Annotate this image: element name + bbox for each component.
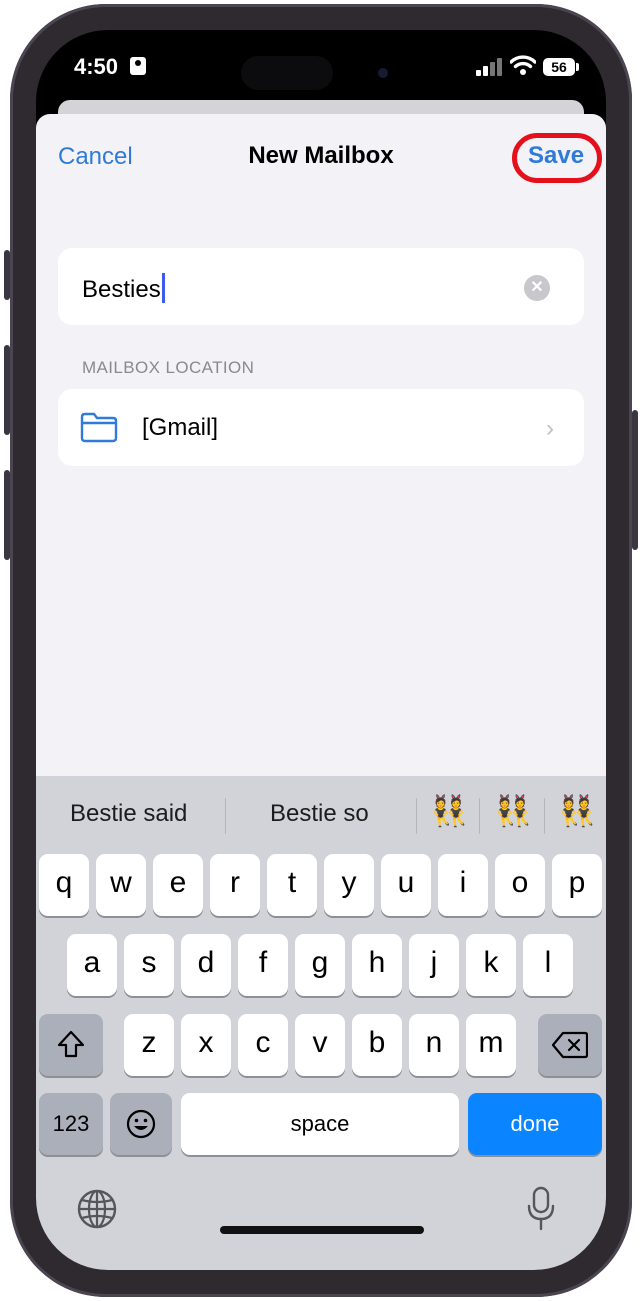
key-o[interactable]: o [495,854,545,916]
key-r[interactable]: r [210,854,260,916]
signal-icon [476,58,502,76]
done-key[interactable]: done [468,1093,602,1155]
mailbox-location-label: [Gmail] [142,414,219,441]
volume-up-button [4,345,10,435]
camera-dot [378,68,388,78]
key-e[interactable]: e [153,854,203,916]
delete-key[interactable] [538,1014,602,1076]
key-w[interactable]: w [96,854,146,916]
keyboard: Bestie said Bestie so 👯 👯 👯 q w e r t y … [36,776,606,1270]
key-a[interactable]: a [67,934,117,996]
numbers-key[interactable]: 123 [39,1093,103,1155]
suggestion-2[interactable]: Bestie so [270,800,369,828]
clear-icon[interactable]: ✕ [524,275,550,301]
emoji-suggestion-1[interactable]: 👯 [430,794,467,829]
emoji-suggestion-3[interactable]: 👯 [558,794,595,829]
folder-icon [80,412,118,443]
key-b[interactable]: b [352,1014,402,1076]
key-m[interactable]: m [466,1014,516,1076]
key-p[interactable]: p [552,854,602,916]
battery-icon: 56 [543,58,575,76]
key-h[interactable]: h [352,934,402,996]
mailbox-name-text: Besties [82,273,165,304]
battery-nub [576,63,579,71]
mailbox-location-row[interactable]: [Gmail] › [58,389,584,466]
key-u[interactable]: u [381,854,431,916]
action-button [4,250,10,300]
cancel-button[interactable]: Cancel [58,143,133,171]
shift-key[interactable] [39,1014,103,1076]
key-i[interactable]: i [438,854,488,916]
key-n[interactable]: n [409,1014,459,1076]
suggestion-divider [479,798,480,834]
key-y[interactable]: y [324,854,374,916]
suggestion-divider [225,798,226,834]
shift-icon [57,1030,85,1058]
microphone-icon[interactable] [526,1186,556,1232]
home-indicator[interactable] [220,1226,424,1234]
key-g[interactable]: g [295,934,345,996]
key-f[interactable]: f [238,934,288,996]
save-highlight-ring [512,133,602,183]
key-q[interactable]: q [39,854,89,916]
key-j[interactable]: j [409,934,459,996]
mailbox-name-value: Besties [82,276,161,303]
key-t[interactable]: t [267,854,317,916]
side-button [632,410,638,550]
globe-icon[interactable] [76,1188,118,1230]
emoji-icon [126,1109,156,1139]
mailbox-name-field[interactable]: Besties ✕ [58,248,584,325]
key-z[interactable]: z [124,1014,174,1076]
emoji-suggestion-2[interactable]: 👯 [494,794,531,829]
status-time: 4:50 [74,54,119,79]
space-key[interactable]: space [181,1093,459,1155]
delete-icon [551,1031,589,1059]
id-card-icon [130,57,146,75]
key-s[interactable]: s [124,934,174,996]
suggestion-divider [416,798,417,834]
key-d[interactable]: d [181,934,231,996]
wifi-icon [510,55,536,75]
key-c[interactable]: c [238,1014,288,1076]
text-caret [161,273,165,303]
key-v[interactable]: v [295,1014,345,1076]
screen: 4:50 56 Cancel New Mailbox Save Besties … [36,30,606,1270]
suggestion-bar: Bestie said Bestie so 👯 👯 👯 [36,776,606,854]
chevron-right-icon: › [546,415,554,442]
suggestion-divider [544,798,545,834]
dynamic-island [241,56,333,90]
emoji-key[interactable] [110,1093,172,1155]
key-x[interactable]: x [181,1014,231,1076]
key-k[interactable]: k [466,934,516,996]
volume-down-button [4,470,10,560]
suggestion-1[interactable]: Bestie said [70,800,187,828]
mailbox-location-header: MAILBOX LOCATION [82,358,255,377]
key-l[interactable]: l [523,934,573,996]
